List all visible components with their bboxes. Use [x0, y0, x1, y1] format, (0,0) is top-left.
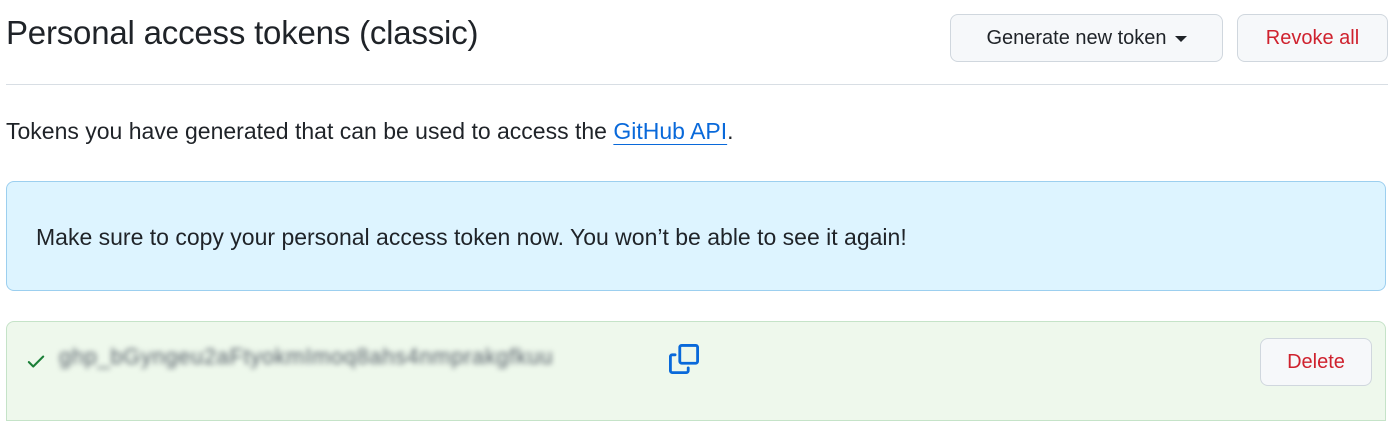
description-text: Tokens you have generated that can be us… [6, 118, 614, 144]
page-title: Personal access tokens (classic) [6, 14, 479, 51]
new-token-row: ghp_bGyngeu2aFtyokmImoq8ahs4nmprakgfkuu … [6, 321, 1386, 421]
generate-new-token-button[interactable]: Generate new token [950, 14, 1223, 62]
delete-token-label: Delete [1287, 350, 1345, 373]
revoke-all-button[interactable]: Revoke all [1237, 14, 1388, 62]
check-icon [27, 355, 45, 368]
revoke-all-label: Revoke all [1265, 26, 1360, 49]
delete-token-button[interactable]: Delete [1260, 338, 1372, 386]
generate-new-token-label: Generate new token [986, 26, 1167, 49]
description-suffix: . [727, 118, 734, 144]
copy-icon[interactable] [669, 344, 699, 374]
caret-down-icon [1174, 36, 1187, 42]
copy-token-notice: Make sure to copy your personal access t… [6, 181, 1386, 291]
page-header: Personal access tokens (classic) Generat… [6, 0, 1388, 85]
page-description: Tokens you have generated that can be us… [6, 118, 734, 145]
token-value[interactable]: ghp_bGyngeu2aFtyokmImoq8ahs4nmprakgfkuu [59, 344, 553, 370]
github-api-link[interactable]: GitHub API [613, 118, 727, 144]
copy-token-notice-text: Make sure to copy your personal access t… [36, 224, 907, 250]
